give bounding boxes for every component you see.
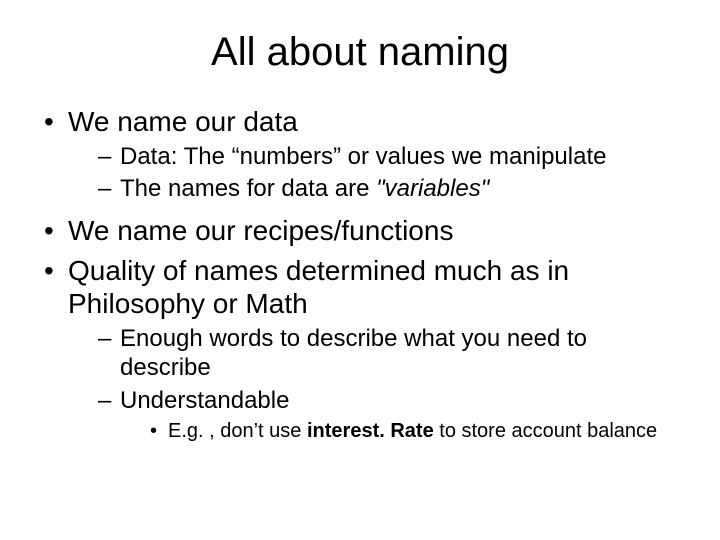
bullet-3: Quality of names determined much as in P… bbox=[40, 254, 680, 445]
bullet-3-sub-2-a-bold: interest. Rate bbox=[307, 420, 434, 442]
bullet-1-sublist: Data: The “numbers” or values we manipul… bbox=[68, 143, 680, 205]
bullet-3-sub-1-text: Enough words to describe what you need t… bbox=[120, 325, 587, 381]
bullet-3-sub-2-a: E.g. , don’t use interest. Rate to store… bbox=[150, 419, 680, 444]
slide-title: All about naming bbox=[40, 30, 680, 75]
bullet-3-sub-2-text: Understandable bbox=[120, 387, 289, 414]
bullet-1: We name our data Data: The “numbers” or … bbox=[40, 105, 680, 204]
bullet-3-sub-2-a-pre: E.g. , don’t use bbox=[168, 420, 307, 442]
bullet-1-sub-2-var: "variables" bbox=[376, 175, 489, 202]
bullet-1-sub-1-text: Data: The “numbers” or values we manipul… bbox=[120, 143, 606, 170]
bullet-3-sublist: Enough words to describe what you need t… bbox=[68, 325, 680, 444]
bullet-1-sub-2-pre: The names for data are bbox=[120, 175, 376, 202]
bullet-1-sub-2: The names for data are "variables" bbox=[98, 175, 680, 204]
bullet-1-sub-1: Data: The “numbers” or values we manipul… bbox=[98, 143, 680, 172]
bullet-2-text: We name our recipes/functions bbox=[68, 215, 453, 246]
bullet-1-text: We name our data bbox=[68, 106, 298, 137]
bullet-3-sub-2-a-post: to store account balance bbox=[434, 420, 657, 442]
slide: All about naming We name our data Data: … bbox=[0, 0, 720, 540]
bullet-3-text: Quality of names determined much as in P… bbox=[68, 255, 569, 320]
bullet-3-sub-1: Enough words to describe what you need t… bbox=[98, 325, 680, 383]
bullet-3-sub-2-sublist: E.g. , don’t use interest. Rate to store… bbox=[120, 419, 680, 444]
bullet-list: We name our data Data: The “numbers” or … bbox=[40, 105, 680, 444]
bullet-3-sub-2: Understandable E.g. , don’t use interest… bbox=[98, 387, 680, 445]
bullet-2: We name our recipes/functions bbox=[40, 214, 680, 248]
